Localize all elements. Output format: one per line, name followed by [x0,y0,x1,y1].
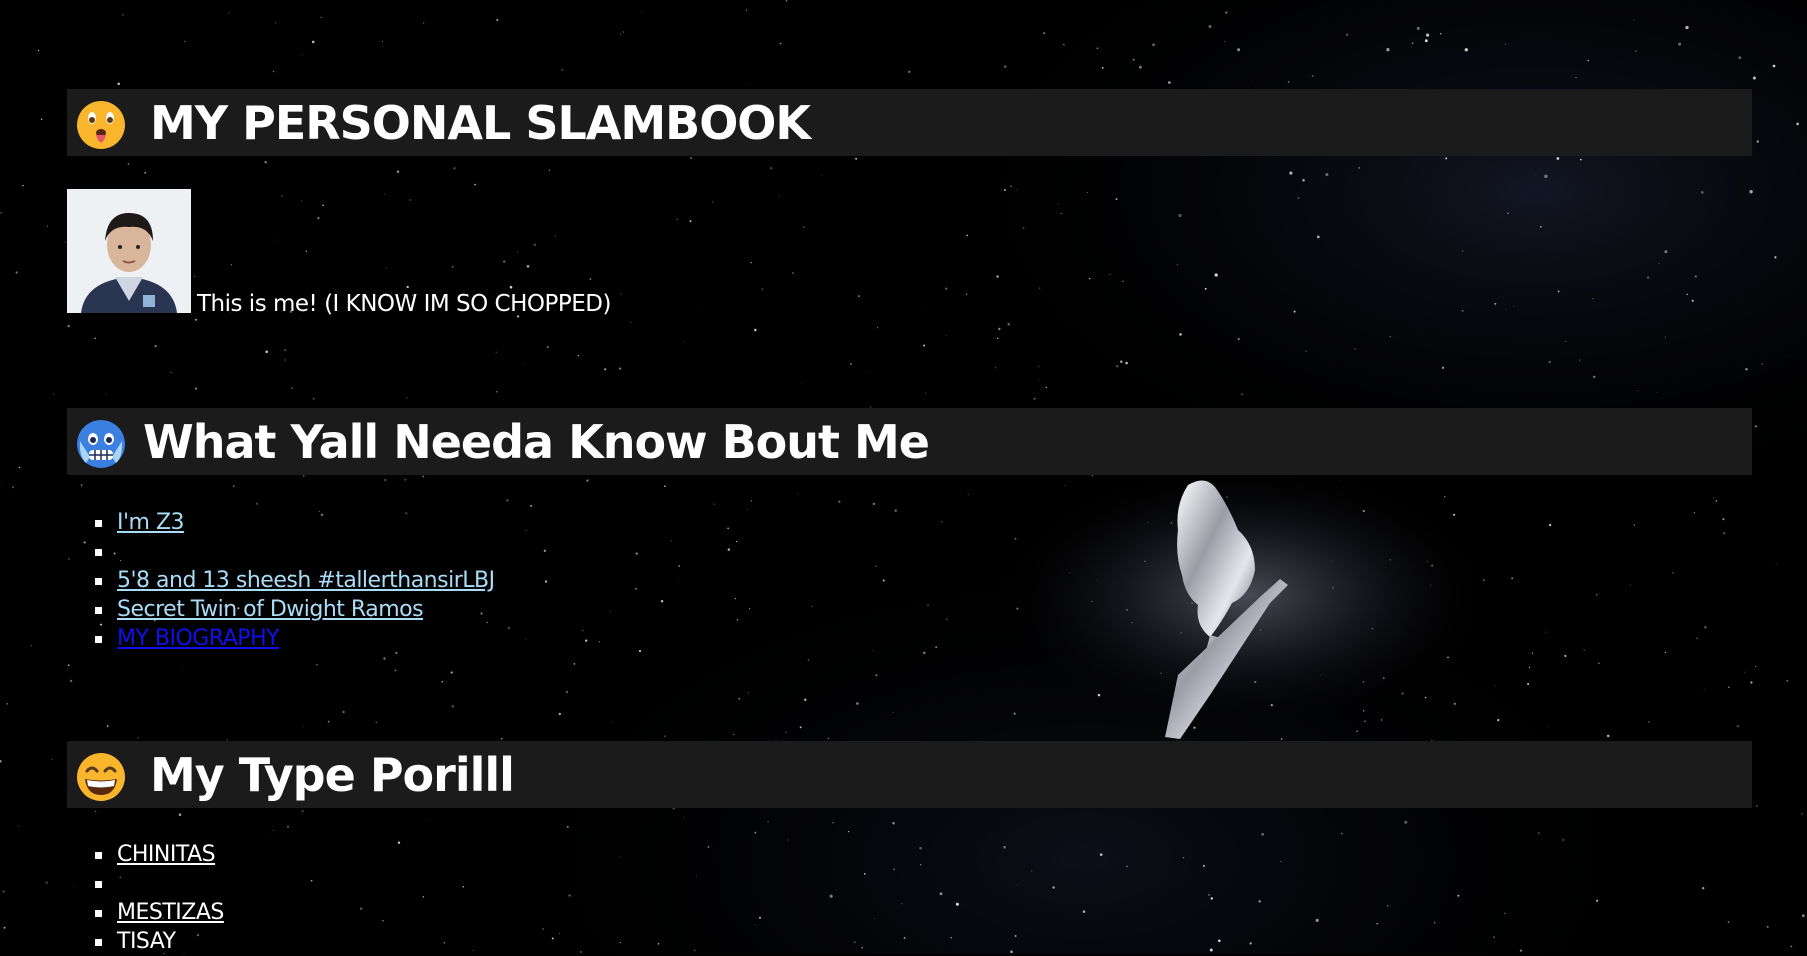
biography-link[interactable]: MY BIOGRAPHY [117,626,280,651]
list-item[interactable]: MY BIOGRAPHY [93,624,495,653]
list-item[interactable]: CHINITAS [93,840,224,869]
type-list: CHINITAS MESTIZAS TISAY [93,840,224,956]
list-item[interactable]: I'm Z3 [93,508,495,537]
section-title-type: My Type Porilll [150,747,515,802]
tongue-out-emoji-icon [77,101,125,149]
list-item [93,869,224,898]
list-item[interactable]: 5'8 and 13 sheesh #tallerthansirLBJ [93,566,495,595]
profile-photo [67,189,191,313]
silver-surfer-image [970,475,1470,741]
list-item [93,537,495,566]
type-link-chinitas[interactable]: CHINITAS [117,842,216,867]
about-link-height[interactable]: 5'8 and 13 sheesh #tallerthansirLBJ [117,568,495,593]
type-link-mestizas[interactable]: MESTIZAS [117,900,224,925]
section-header-about: What Yall Needa Know Bout Me [67,408,1752,475]
about-link-z3[interactable]: I'm Z3 [117,510,185,535]
slambook-page: MY PERSONAL SLAMBOOK This is me! (I KNOW… [0,0,1807,954]
list-item: TISAY [93,927,224,956]
section-header-slambook: MY PERSONAL SLAMBOOK [67,89,1752,156]
list-item[interactable]: MESTIZAS [93,898,224,927]
grinning-emoji-icon [77,753,125,801]
profile-caption: This is me! (I KNOW IM SO CHOPPED) [197,291,611,317]
cold-face-emoji-icon [77,420,125,468]
section-header-type: My Type Porilll [67,741,1752,808]
list-item[interactable]: Secret Twin of Dwight Ramos [93,595,495,624]
page-title: MY PERSONAL SLAMBOOK [150,95,811,150]
about-list: I'm Z3 5'8 and 13 sheesh #tallerthansirL… [93,508,495,653]
type-item-tisay: TISAY [117,929,176,954]
section-title-about: What Yall Needa Know Bout Me [143,414,930,469]
about-link-twin[interactable]: Secret Twin of Dwight Ramos [117,597,424,622]
